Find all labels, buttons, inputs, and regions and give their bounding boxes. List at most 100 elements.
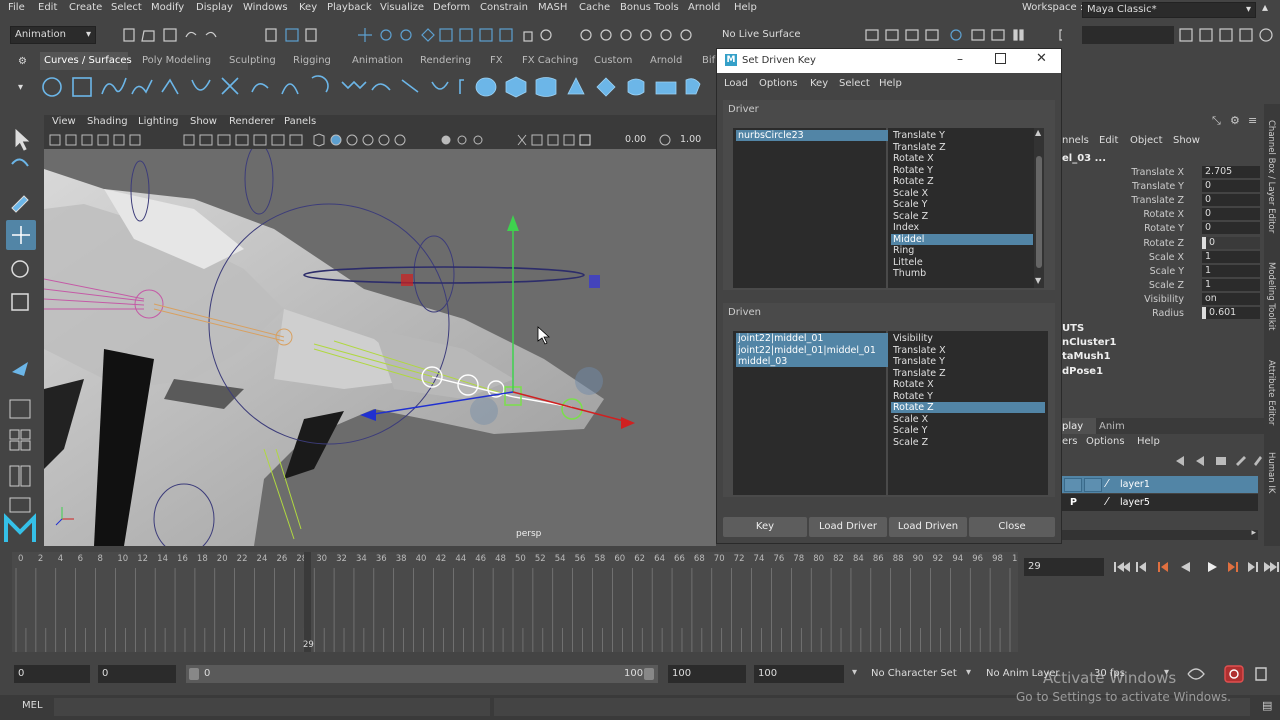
layer-menu-layers[interactable]: ers xyxy=(1062,436,1077,447)
animation-start-field[interactable]: 0 xyxy=(14,665,90,683)
channel-menu-edit[interactable]: Edit xyxy=(1099,135,1118,146)
tab-sculpting[interactable]: Sculpting xyxy=(229,55,276,66)
toolbox-icons[interactable] xyxy=(0,104,40,546)
layer-scrollbar[interactable]: ▸ xyxy=(1062,528,1258,540)
viewport-3d[interactable]: persp xyxy=(44,149,716,546)
dialog-menu-load[interactable]: Load xyxy=(724,78,748,89)
menu-playback[interactable]: Playback xyxy=(327,2,372,13)
dialog-menu-select[interactable]: Select xyxy=(839,78,870,89)
attr-radius-label[interactable]: Radius xyxy=(1152,308,1184,319)
attr-scale-z-label[interactable]: Scale Z xyxy=(1149,280,1184,291)
driven-attr-visibility[interactable]: Visibility xyxy=(891,333,935,344)
close-icon[interactable]: ✕ xyxy=(1036,51,1047,66)
command-input[interactable] xyxy=(54,698,490,716)
maximize-icon[interactable] xyxy=(995,53,1006,64)
driven-attr-scale-x[interactable]: Scale X xyxy=(891,414,930,425)
attr-scale-y-label[interactable]: Scale Y xyxy=(1150,266,1184,277)
edit-layer-icon[interactable]: ⁄ xyxy=(1106,477,1108,490)
viewport-menu-show[interactable]: Show xyxy=(190,116,217,127)
tab-display[interactable]: play xyxy=(1062,421,1083,432)
driven-object-item[interactable]: joint22|middel_01 xyxy=(736,333,825,344)
time-slider[interactable]: 0 2 4 6 8 10 12 14 16 18 20 22 24 26 28 30 32 34 36 38 40 42 4… xyxy=(0,548,1028,656)
shelf-settings-icon[interactable]: ⚙ xyxy=(18,56,27,67)
attr-rotate-y-label[interactable]: Rotate Y xyxy=(1144,223,1184,234)
gamma-value[interactable]: 1.00 xyxy=(680,134,701,145)
driven-attr-rotate-z[interactable]: Rotate Z xyxy=(891,402,1045,413)
attr-scale-z-value[interactable]: 1 xyxy=(1202,279,1260,291)
layer-row-layer5[interactable]: P ⁄ layer5 xyxy=(1062,494,1258,511)
channel-menu-channels[interactable]: nnels xyxy=(1062,135,1089,146)
driver-scrollbar[interactable]: ▲ ▼ xyxy=(1034,128,1044,288)
tab-attribute-editor[interactable]: Attribute Editor xyxy=(1266,360,1276,425)
character-set-label[interactable]: No Character Set xyxy=(871,668,957,679)
driven-attr-translate-x[interactable]: Translate X xyxy=(891,345,948,356)
scroll-down-icon[interactable]: ▼ xyxy=(1035,276,1041,285)
close-button[interactable]: Close xyxy=(969,517,1055,537)
viewport-menu-view[interactable]: View xyxy=(52,116,76,127)
menu-select[interactable]: Select xyxy=(111,2,142,13)
playback-toggle[interactable] xyxy=(1084,478,1102,492)
attr-rotate-x-label[interactable]: Rotate X xyxy=(1143,209,1184,220)
command-field[interactable] xyxy=(1082,26,1174,44)
dialog-menu-options[interactable]: Options xyxy=(759,78,798,89)
collapse-icon[interactable]: ▴ xyxy=(1262,0,1268,14)
attr-scale-y-value[interactable]: 1 xyxy=(1202,265,1260,277)
driven-attr-rotate-y[interactable]: Rotate Y xyxy=(891,391,935,402)
driven-attr-scale-z[interactable]: Scale Z xyxy=(891,437,930,448)
animation-end-field[interactable]: 100 xyxy=(754,665,844,683)
tab-custom[interactable]: Custom xyxy=(594,55,632,66)
tab-fx[interactable]: FX xyxy=(490,55,503,66)
range-bar[interactable]: 0 100 xyxy=(186,665,658,683)
attr-translate-x-value[interactable]: 2.705 xyxy=(1202,166,1260,178)
tab-rendering[interactable]: Rendering xyxy=(420,55,471,66)
tab-modeling-toolkit[interactable]: Modeling Toolkit xyxy=(1266,262,1276,331)
dialog-menu-key[interactable]: Key xyxy=(810,78,828,89)
attr-rotate-z-label[interactable]: Rotate Z xyxy=(1143,238,1184,249)
tab-rigging[interactable]: Rigging xyxy=(293,55,331,66)
menu-deform[interactable]: Deform xyxy=(433,2,470,13)
attr-rotate-z-value[interactable]: 0 xyxy=(1202,237,1260,249)
driven-attr-translate-z[interactable]: Translate Z xyxy=(891,368,948,379)
viewport-menu-panels[interactable]: Panels xyxy=(284,116,316,127)
driven-object-item[interactable]: middel_03 xyxy=(736,356,789,367)
tab-curves-surfaces[interactable]: Curves / Surfaces xyxy=(44,55,132,66)
menu-constrain[interactable]: Constrain xyxy=(480,2,528,13)
render-icons[interactable] xyxy=(862,27,1062,43)
menu-arnold[interactable]: Arnold xyxy=(688,2,720,13)
menu-edit[interactable]: Edit xyxy=(38,2,57,13)
range-handle-right[interactable] xyxy=(644,668,654,680)
attr-translate-z-label[interactable]: Translate Z xyxy=(1131,195,1184,206)
menu-modify[interactable]: Modify xyxy=(151,2,184,13)
input-node[interactable]: taMush1 xyxy=(1062,351,1111,362)
chevron-down-icon[interactable]: ▾ xyxy=(966,667,971,678)
attr-scale-x-value[interactable]: 1 xyxy=(1202,251,1260,263)
menu-set-dropdown[interactable]: Animation ▾ xyxy=(10,26,96,44)
layer-menu-options[interactable]: Options xyxy=(1086,436,1125,447)
menu-windows[interactable]: Windows xyxy=(243,2,288,13)
live-surface-label[interactable]: No Live Surface xyxy=(722,29,800,40)
driven-attribute-list[interactable]: Visibility Translate X Translate Y Trans… xyxy=(888,331,1048,495)
layer-menu-help[interactable]: Help xyxy=(1137,436,1160,447)
driver-attr-scale-z[interactable]: Scale Z xyxy=(891,211,930,222)
driver-attr-littele[interactable]: Littele xyxy=(891,257,925,268)
attr-translate-z-value[interactable]: 0 xyxy=(1202,194,1260,206)
driven-object-item[interactable]: joint22|middel_01|middel_01 xyxy=(736,345,878,356)
status-line-icons[interactable] xyxy=(100,27,710,43)
driver-attr-thumb[interactable]: Thumb xyxy=(891,268,928,279)
menu-key[interactable]: Key xyxy=(299,2,317,13)
current-frame-field[interactable]: 29 xyxy=(1024,558,1104,576)
minimize-icon[interactable]: – xyxy=(957,52,963,66)
menu-create[interactable]: Create xyxy=(69,2,102,13)
driver-attr-scale-x[interactable]: Scale X xyxy=(891,188,930,199)
menu-mash[interactable]: MASH xyxy=(538,2,567,13)
driven-attr-translate-y[interactable]: Translate Y xyxy=(891,356,947,367)
menu-bonus-tools[interactable]: Bonus Tools xyxy=(620,2,679,13)
workspace-icons[interactable] xyxy=(1176,27,1280,43)
attr-visibility-value[interactable]: on xyxy=(1202,293,1260,305)
tab-human-ik[interactable]: Human IK xyxy=(1266,452,1276,493)
visibility-toggle[interactable] xyxy=(1064,478,1082,492)
tab-anim[interactable]: Anim xyxy=(1099,421,1125,432)
driver-attr-ring[interactable]: Ring xyxy=(891,245,916,256)
inputs-header[interactable]: UTS xyxy=(1062,323,1084,334)
menu-help[interactable]: Help xyxy=(734,2,757,13)
